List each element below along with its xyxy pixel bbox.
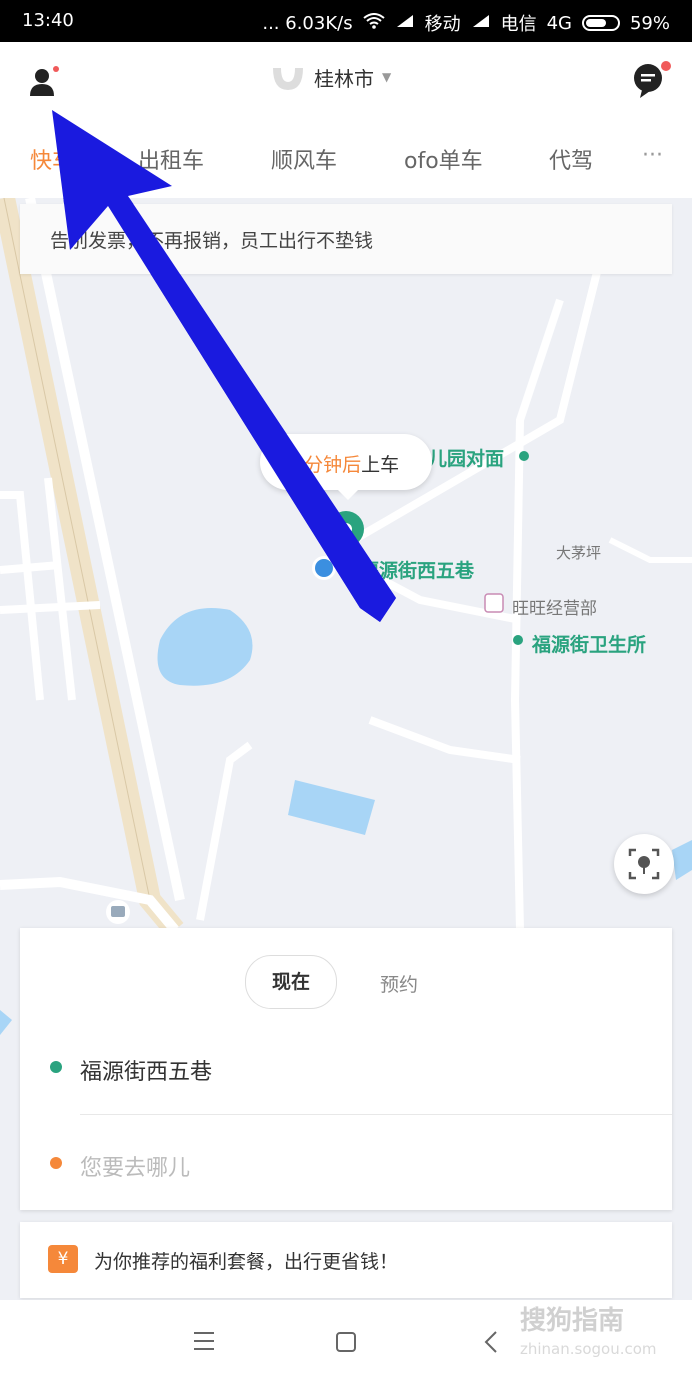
yuan-icon: ¥ [48,1245,78,1273]
now-tab[interactable]: 现在 [245,955,337,1009]
watermark-url: zhinan.sogou.com [520,1340,657,1358]
locate-icon [628,848,660,880]
back-icon [484,1331,497,1353]
annotation-arrow-overlay [52,110,396,622]
origin-field[interactable]: 福源街西五巷 [80,1054,212,1086]
menu-button[interactable] [192,1330,216,1356]
destination-dot-icon [50,1157,62,1169]
menu-icon [194,1332,214,1350]
origin-dot-icon [50,1061,62,1073]
watermark: 搜狗指南 [520,1306,625,1336]
home-icon [336,1332,356,1352]
home-button[interactable] [334,1330,358,1358]
back-button[interactable] [482,1330,502,1358]
destination-field[interactable]: 您要去哪儿 [80,1150,190,1182]
locate-button[interactable] [614,834,674,894]
promo-text: 为你推荐的福利套餐，出行更省钱！ [94,1251,399,1273]
divider [80,1114,672,1115]
reserve-tab[interactable]: 预约 [380,970,418,997]
